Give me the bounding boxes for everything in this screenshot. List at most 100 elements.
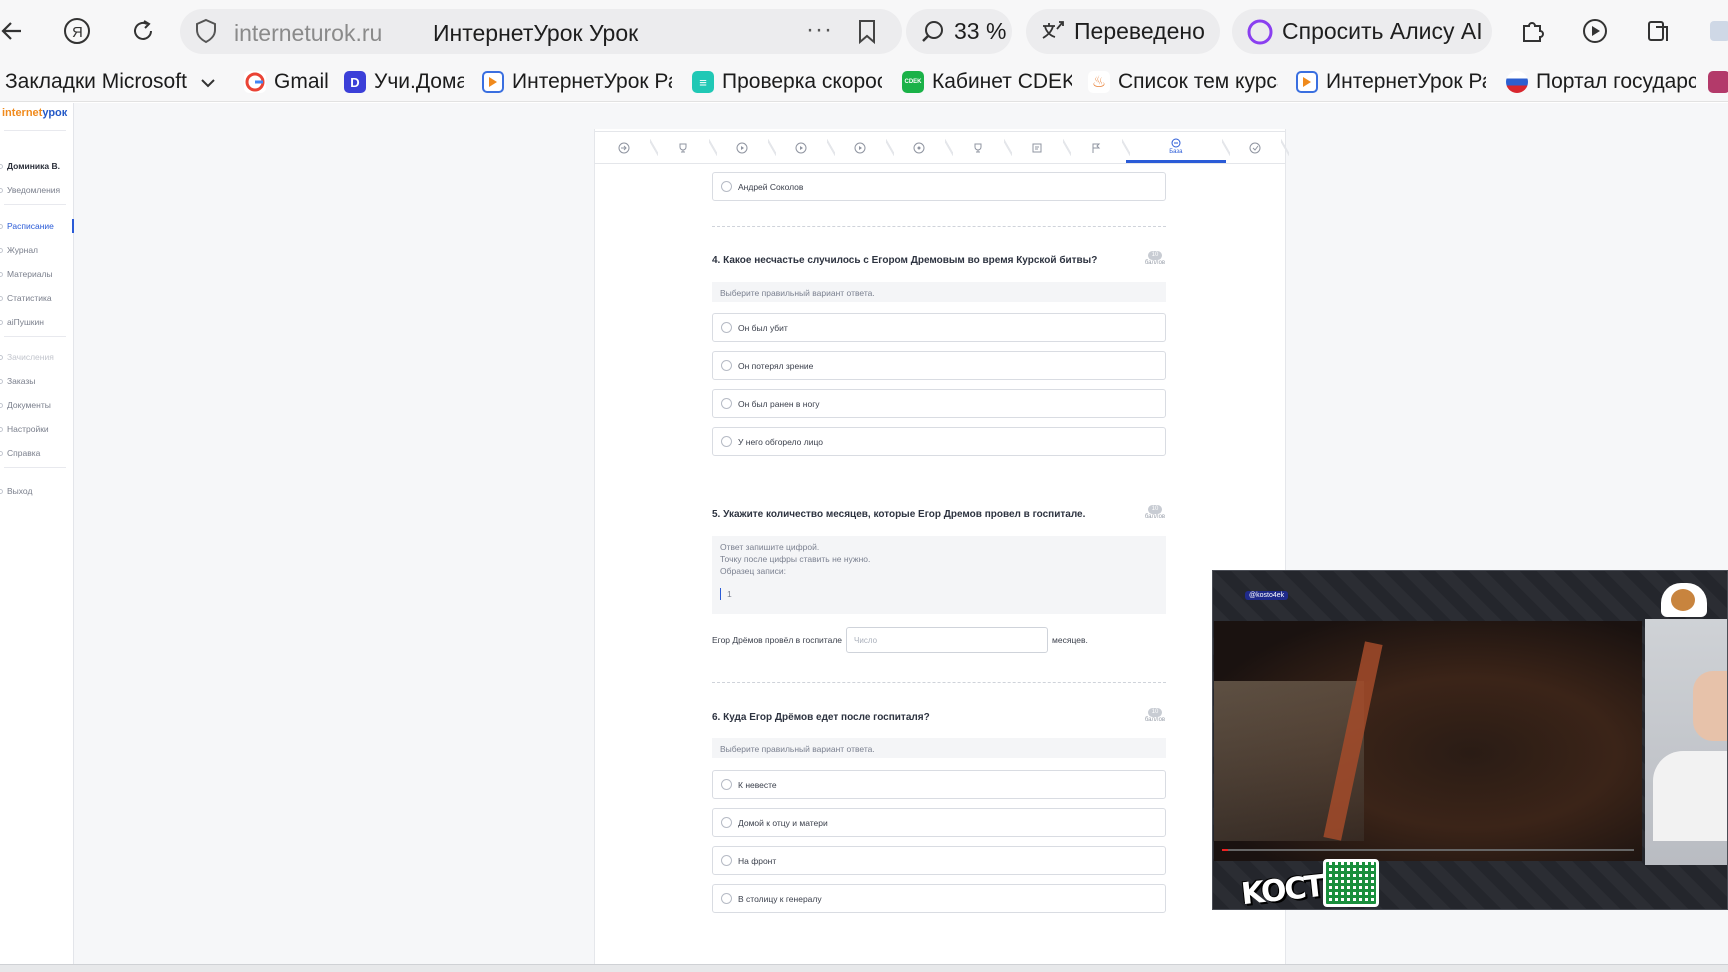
step-notes[interactable] [1008,132,1071,163]
sidebar-item-notifications[interactable]: Уведомления [0,182,74,198]
sidebar-item-schedule[interactable]: Расписание [0,218,74,234]
avatar [0,163,3,169]
sidebar-item-settings[interactable]: Настройки [0,421,74,437]
step-base[interactable]: База [1125,132,1231,163]
months-input[interactable]: Число [846,627,1049,653]
sidebar-item-journal[interactable]: Журнал [0,242,74,258]
sidebar-item-aipushkin[interactable]: aiПушкин [0,314,74,330]
translated-button[interactable]: Переведено [1026,9,1220,54]
sidebar-item-label: Справка [7,448,41,458]
chevron-down-icon[interactable] [201,70,215,94]
yandex-icon[interactable]: Я [59,13,95,49]
question-hint: Ответ запишите цифрой. Точку после цифры… [712,536,1166,614]
radio-button[interactable] [721,398,732,409]
step-video-3[interactable] [831,132,894,163]
radio-button[interactable] [721,322,732,333]
points-label: баллов [1144,717,1166,723]
sidebar-item-help[interactable]: Справка [0,445,74,461]
document-icon [0,402,3,408]
answer-option[interactable]: На фронт [712,846,1166,875]
video-progress-bar[interactable] [1222,849,1634,851]
sample-answer: 1 [720,588,1158,600]
pip-video-overlay[interactable]: @kostо4ek KOCTEK [1212,570,1728,910]
video-frame[interactable] [1214,621,1642,861]
answer-option[interactable]: Домой к отцу и матери [712,808,1166,837]
step-flag[interactable] [1067,132,1130,163]
step-chat[interactable] [890,132,953,163]
bookmark-item-3[interactable]: ИнтернетУрок Ра [482,68,672,96]
sidebar-item-enrollments[interactable]: Зачисления [0,349,74,365]
reload-icon[interactable] [125,13,161,49]
radio-button[interactable] [721,181,732,192]
address-bar[interactable]: interneturok.ru ИнтернетУрок Урок ··· [180,9,902,54]
sidebar-item-statistics[interactable]: Статистика [0,290,74,306]
extensions-icon[interactable] [1515,13,1551,49]
radio-button[interactable] [721,436,732,447]
answer-option[interactable]: Он был убит [712,313,1166,342]
answer-option[interactable]: К невесте [712,770,1166,799]
bookmark-label: Закладки Microsoft Edge [5,70,191,93]
answer-option[interactable]: Он потерял зрение [712,351,1166,380]
option-label: Он потерял зрение [738,360,814,371]
bookmark-icon[interactable] [856,19,878,50]
translate-icon [1042,20,1064,39]
url-domain[interactable]: interneturok.ru [234,20,382,47]
base-test-icon [1171,138,1181,147]
question-title: 4. Какое несчастье случилось с Егором Др… [712,255,1098,266]
option-label: У него обгорело лицо [738,436,823,447]
streamer-face [1693,671,1727,741]
step-result[interactable] [1226,132,1289,163]
sidebar-item-label: Заказы [7,376,36,386]
sidebar-user[interactable]: Доминика В. [0,158,74,174]
bookmark-item-4[interactable]: ≡ Проверка скорос [692,68,882,96]
question-hint: Выберите правильный вариант ответа. [712,738,1166,758]
shield-icon[interactable] [194,18,218,49]
more-icon[interactable]: ··· [806,16,833,44]
streamer-body [1653,751,1727,841]
radio-button[interactable] [721,855,732,866]
radio-button[interactable] [721,893,732,904]
sidebar-item-logout[interactable]: Выход [0,483,74,499]
option-label: Он был ранен в ногу [738,398,820,409]
sidebar-item-documents[interactable]: Документы [0,397,74,413]
sidebar-item-materials[interactable]: Материалы [0,266,74,282]
answer-option[interactable]: Он был ранен в ногу [712,389,1166,418]
step-trainer-2[interactable] [949,132,1012,163]
profile-icon[interactable] [1702,13,1728,49]
radio-button[interactable] [721,817,732,828]
option-label: В столицу к генералу [738,893,822,904]
bookmark-item-6[interactable]: ♨ Список тем курса [1088,68,1278,96]
answer-option[interactable]: Андрей Соколов [712,172,1166,201]
site-logo[interactable]: internetурок [2,107,67,119]
step-video-1[interactable] [713,132,776,163]
bookmark-item-5[interactable]: CDEK Кабинет CDEK [902,68,1072,96]
answer-option[interactable]: В столицу к генералу [712,884,1166,913]
hint-line: Точку после цифры ставить не нужно. [720,554,871,564]
radio-button[interactable] [721,360,732,371]
bookmark-label: ИнтернетУрок Ра [512,70,672,93]
bookmark-item-2[interactable]: D Учи.Дома [344,68,464,96]
bookmark-item-1[interactable]: Gmail [244,68,334,96]
course-icon: ♨ [1088,71,1110,93]
calendar-icon [0,223,3,229]
alice-icon [1247,19,1273,44]
step-video-2[interactable] [772,132,835,163]
collections-icon[interactable] [1641,13,1677,49]
logo-part-1: internet [2,107,43,119]
bookmark-item-0[interactable]: Закладки Microsoft Edge [5,68,215,96]
materials-icon [0,271,3,277]
back-arrow-icon[interactable] [0,13,30,49]
media-play-icon[interactable] [1578,13,1614,49]
radio-button[interactable] [721,779,732,790]
step-enter[interactable] [595,132,658,163]
bookmark-item-7[interactable]: ИнтернетУрок Ра [1296,68,1486,96]
ask-alice-button[interactable]: Спросить Алису AI [1232,9,1492,54]
zoom-level: 33 % [954,18,1007,44]
alice-label: Спросить Алису AI [1282,18,1483,44]
bookmark-overflow[interactable] [1708,68,1728,96]
bookmark-item-8[interactable]: Портал государст [1506,68,1696,96]
step-trainer[interactable] [654,132,717,163]
sidebar-item-orders[interactable]: Заказы [0,373,74,389]
answer-option[interactable]: У него обгорело лицо [712,427,1166,456]
zoom-button[interactable]: 33 % [906,9,1012,54]
